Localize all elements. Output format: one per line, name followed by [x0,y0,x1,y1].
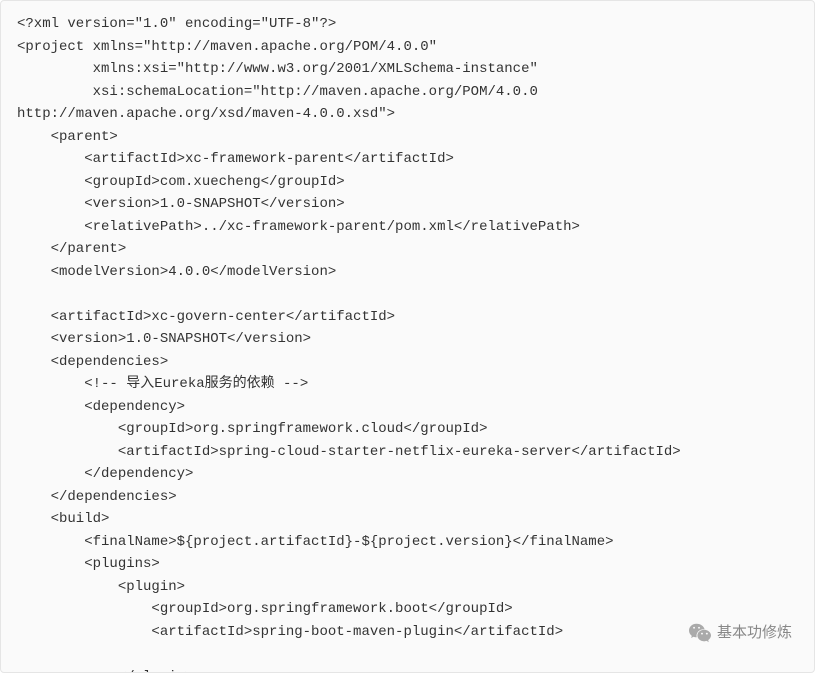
code-line: <parent> [17,126,798,149]
code-line: </dependencies> [17,486,798,509]
code-line: <?xml version="1.0" encoding="UTF-8"?> [17,13,798,36]
code-line: <plugin> [17,576,798,599]
code-line: <modelVersion>4.0.0</modelVersion> [17,261,798,284]
watermark-text: 基本功修炼 [717,622,792,645]
watermark: 基本功修炼 [689,622,792,645]
code-line: xmlns:xsi="http://www.w3.org/2001/XMLSch… [17,58,798,81]
code-line: <version>1.0-SNAPSHOT</version> [17,328,798,351]
code-line: <artifactId>spring-cloud-starter-netflix… [17,441,798,464]
code-line: <finalName>${project.artifactId}-${proje… [17,531,798,554]
code-line: <build> [17,508,798,531]
code-line: <version>1.0-SNAPSHOT</version> [17,193,798,216]
code-content: <?xml version="1.0" encoding="UTF-8"?><p… [17,13,798,673]
code-line: </dependency> [17,463,798,486]
code-line: <relativePath>../xc-framework-parent/pom… [17,216,798,239]
code-line: </plugin> [17,666,798,673]
code-line: xsi:schemaLocation="http://maven.apache.… [17,81,798,104]
code-line: http://maven.apache.org/xsd/maven-4.0.0.… [17,103,798,126]
code-line: <!-- 导入Eureka服务的依赖 --> [17,373,798,396]
wechat-icon [689,622,711,644]
code-line: <plugins> [17,553,798,576]
code-line: <artifactId>xc-framework-parent</artifac… [17,148,798,171]
code-line: <dependencies> [17,351,798,374]
code-line: <groupId>org.springframework.boot</group… [17,598,798,621]
code-line: </parent> [17,238,798,261]
code-line: <groupId>com.xuecheng</groupId> [17,171,798,194]
code-line: <artifactId>spring-boot-maven-plugin</ar… [17,621,798,644]
code-line: <dependency> [17,396,798,419]
code-line: <artifactId>xc-govern-center</artifactId… [17,306,798,329]
code-block: <?xml version="1.0" encoding="UTF-8"?><p… [0,0,815,673]
code-line [17,643,798,666]
code-line: <project xmlns="http://maven.apache.org/… [17,36,798,59]
code-line: <groupId>org.springframework.cloud</grou… [17,418,798,441]
code-line [17,283,798,306]
